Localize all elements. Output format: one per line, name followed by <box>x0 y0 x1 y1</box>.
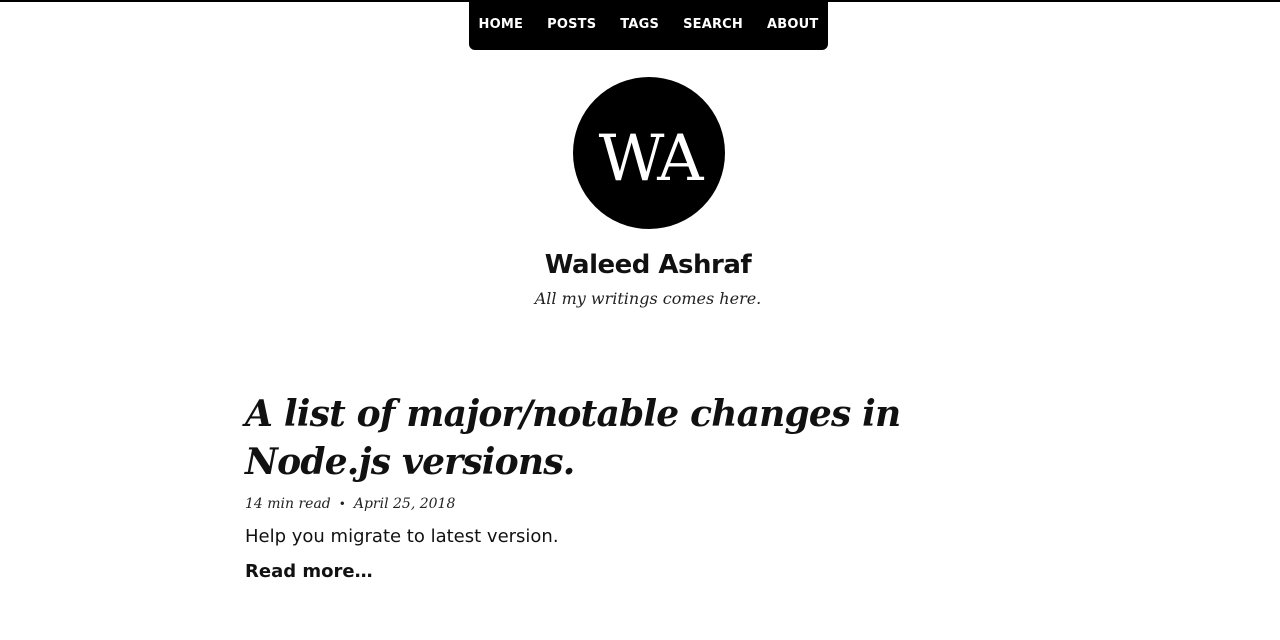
post-excerpt: Help you migrate to latest version. <box>245 526 559 547</box>
post-meta: 14 min read • April 25, 2018 <box>245 496 1005 512</box>
post-read-time: 14 min read <box>245 496 331 512</box>
nav-tags-link[interactable]: TAGS <box>608 0 671 50</box>
meta-separator: • <box>338 497 346 511</box>
nav-posts-link[interactable]: POSTS <box>535 0 608 50</box>
avatar-initials: WA <box>599 122 705 196</box>
nav-about-link[interactable]: ABOUT <box>755 0 830 50</box>
main-nav: HOME POSTS TAGS SEARCH ABOUT <box>469 0 828 50</box>
post-date: April 25, 2018 <box>353 496 456 512</box>
nav-home-link[interactable]: HOME <box>467 0 536 50</box>
nav-search-link[interactable]: SEARCH <box>671 0 755 50</box>
read-more-link[interactable]: Read more… <box>245 561 373 582</box>
post-title[interactable]: A list of major/notable changes in Node.… <box>245 390 1005 486</box>
site-title[interactable]: Waleed Ashraf <box>0 250 1280 280</box>
post-card: A list of major/notable changes in Node.… <box>245 390 1005 582</box>
site-tagline: All my writings comes here. <box>534 289 762 308</box>
avatar-logo[interactable]: WA <box>572 76 726 230</box>
